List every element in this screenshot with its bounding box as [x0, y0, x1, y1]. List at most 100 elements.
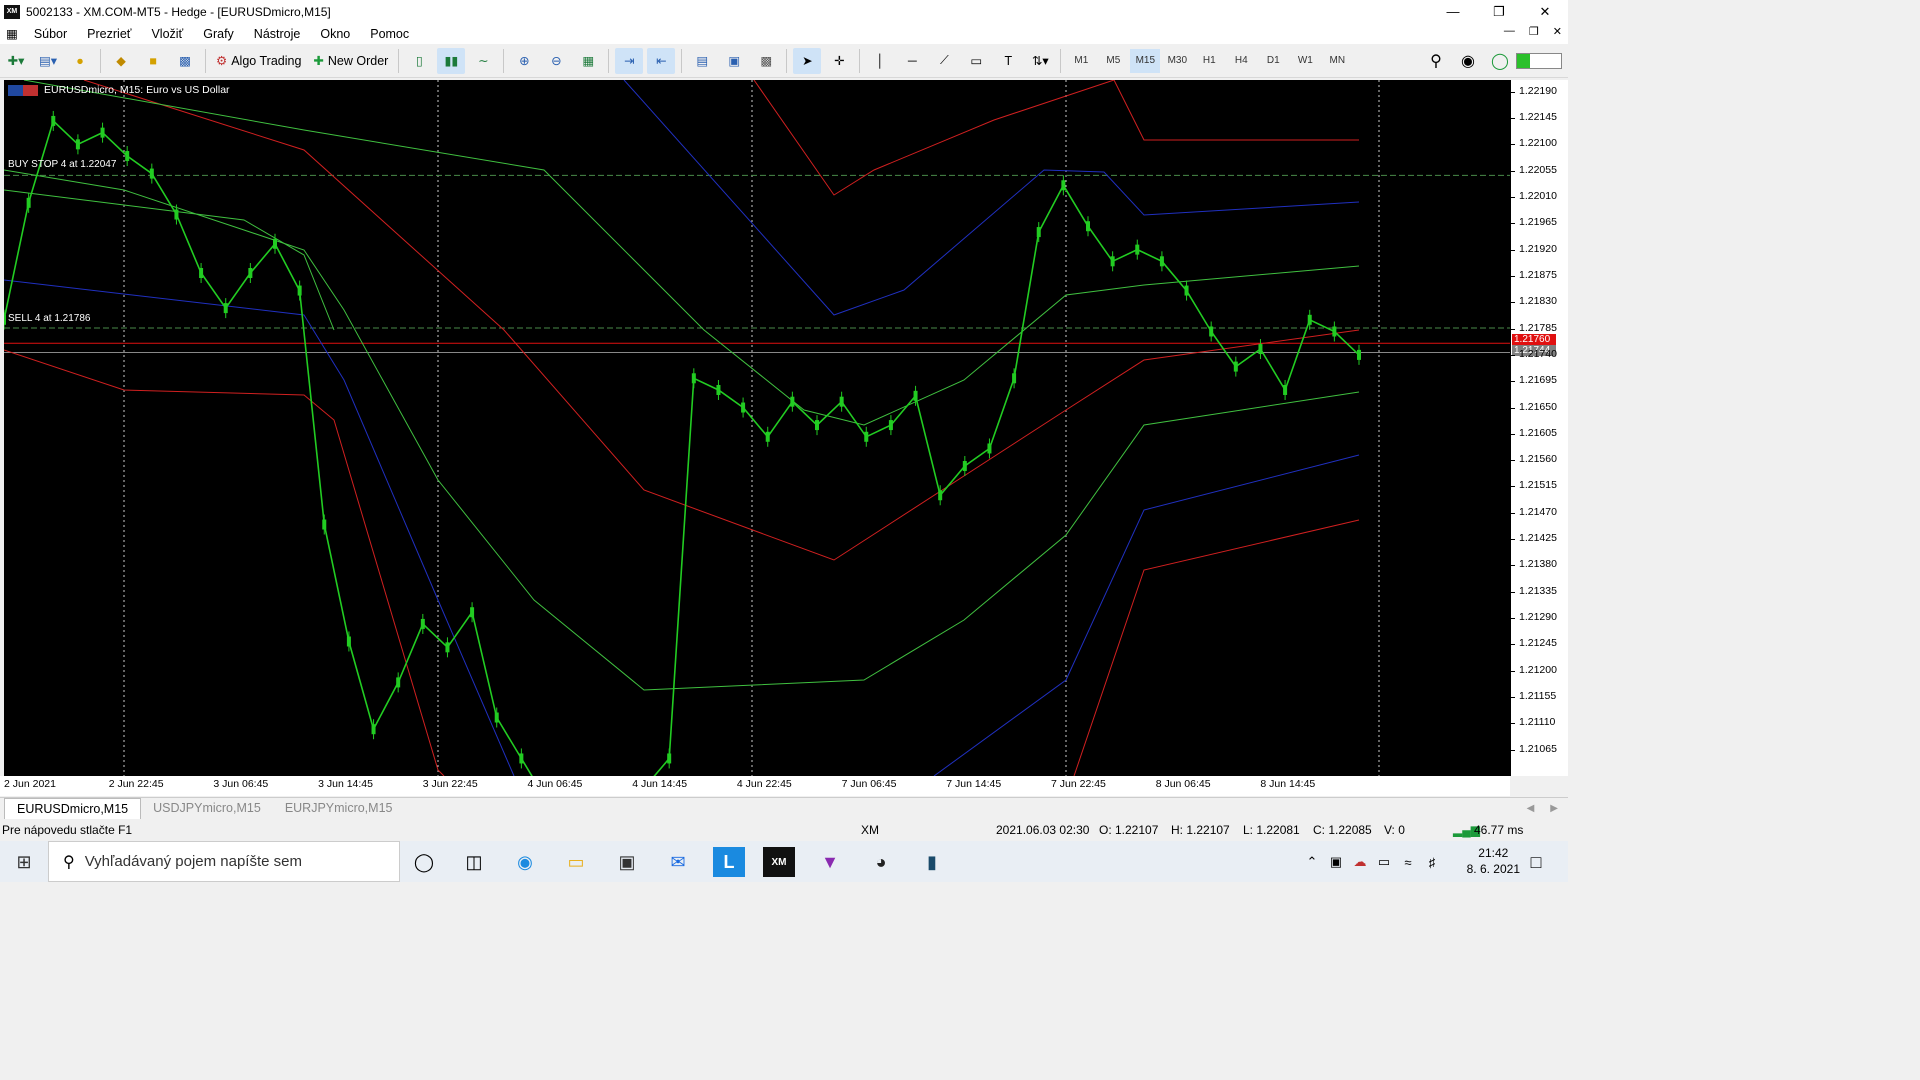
price-tick-label: 1.21110 — [1519, 716, 1556, 729]
periods-icon[interactable]: ▣ — [720, 48, 748, 74]
timeframe-m5[interactable]: M5 — [1098, 49, 1128, 73]
search-icon[interactable]: ⚲ — [1422, 48, 1450, 74]
crosshair-icon[interactable]: ✛ — [825, 48, 853, 74]
price-candle — [346, 636, 351, 647]
price-candle — [223, 303, 228, 314]
indicators-icon[interactable]: ▤ — [688, 48, 716, 74]
cursor-icon[interactable]: ➤ — [793, 47, 822, 74]
menu-charts[interactable]: Grafy — [193, 27, 244, 41]
bid-price-tag: 1.21760 — [1512, 334, 1556, 345]
store-icon[interactable]: ▣ — [611, 847, 643, 877]
taskbar-time: 21:42 — [1478, 846, 1509, 860]
timeframe-h4[interactable]: H4 — [1226, 49, 1256, 73]
price-axis[interactable]: 1.21760 1.21744 1.22190 1.22145 1.22100 1.2… — [1510, 80, 1568, 776]
bar-chart-icon[interactable]: ▯ — [405, 48, 433, 74]
tile-windows-icon[interactable]: ▦ — [574, 48, 602, 74]
timeframe-m15[interactable]: M15 — [1130, 48, 1161, 73]
new-chart-icon[interactable]: ✚▾ — [2, 48, 30, 74]
title-bar: XM 5002133 - XM.COM-MT5 - Hedge - [EURUS… — [0, 0, 1568, 23]
arrows-icon[interactable]: ⇅▾ — [1026, 48, 1054, 74]
line-chart-icon[interactable]: ∼ — [469, 48, 497, 74]
cortana-icon[interactable]: ◯ — [408, 847, 440, 877]
chart-area[interactable]: EURUSDmicro, M15: Euro vs US Dollar BUY … — [4, 80, 1510, 776]
price-tick-label: 1.21965 — [1519, 216, 1557, 229]
price-tick-mark — [1511, 170, 1515, 172]
price-chart[interactable] — [4, 80, 1510, 776]
horizontal-line-icon[interactable]: ─ — [898, 48, 926, 74]
mail-icon[interactable]: ✉ — [662, 847, 694, 877]
strategy-tester-icon[interactable]: ◆ — [107, 48, 135, 74]
price-tick-mark — [1511, 302, 1515, 304]
timeframe-m30[interactable]: M30 — [1162, 49, 1192, 73]
close-icon[interactable]: ✕ — [1522, 0, 1568, 23]
algo-trading-button[interactable]: ⚙ Algo Trading — [212, 48, 305, 74]
edge-icon[interactable]: ◉ — [509, 847, 541, 877]
menu-tools[interactable]: Nástroje — [244, 27, 311, 41]
timeframe-h1[interactable]: H1 — [1194, 49, 1224, 73]
lync-icon[interactable]: L — [713, 847, 745, 877]
tab-eurusd[interactable]: EURUSDmicro,M15 — [4, 798, 142, 819]
rectangle-icon[interactable]: ▭ — [962, 48, 990, 74]
price-candle — [470, 607, 475, 618]
profiles-icon[interactable]: ▤▾ — [34, 48, 62, 74]
timeframe-m1[interactable]: M1 — [1066, 49, 1096, 73]
price-candle — [913, 390, 918, 401]
new-order-icon: ✚ — [313, 54, 324, 68]
file-explorer-icon[interactable]: ▭ — [560, 847, 592, 877]
menu-view[interactable]: Prezrieť — [77, 27, 141, 41]
app-book-icon[interactable]: ▮ — [916, 847, 948, 877]
price-tick-mark — [1511, 118, 1515, 120]
vertical-line-icon[interactable]: │ — [866, 48, 894, 74]
candlestick-icon[interactable]: ▮▮ — [437, 47, 466, 74]
zoom-in-icon[interactable]: ⊕ — [510, 48, 538, 74]
taskbar-search[interactable]: ⚲ Vyhľadávaný pojem napíšte sem — [48, 841, 400, 882]
tab-eurjpy[interactable]: EURJPYmicro,M15 — [273, 798, 405, 819]
lock-icon[interactable]: ■ — [139, 48, 167, 74]
price-candle — [1036, 227, 1041, 238]
restore-icon[interactable]: ❐ — [1476, 0, 1522, 23]
templates-icon[interactable]: ▩ — [752, 48, 780, 74]
indicator-band-line — [753, 80, 1115, 196]
account-icon[interactable]: ◉ — [1454, 48, 1482, 74]
timeframe-d1[interactable]: D1 — [1258, 49, 1288, 73]
chart-shift-icon[interactable]: ⇤ — [647, 47, 676, 74]
status-high: H: 1.22107 — [1171, 823, 1230, 837]
menu-window[interactable]: Okno — [310, 27, 360, 41]
notifications-icon[interactable]: □ — [1520, 847, 1552, 877]
autoscroll-icon[interactable]: ⇥ — [615, 47, 644, 74]
app-diamond-icon[interactable]: ▼ — [814, 847, 846, 877]
price-candle — [445, 642, 450, 653]
tab-scroll-right-icon[interactable]: ▶ — [1550, 803, 1558, 814]
market-watch-icon[interactable]: ● — [66, 48, 94, 74]
price-tick-label: 1.21920 — [1519, 242, 1557, 255]
xm-taskbar-icon[interactable]: XM — [763, 847, 795, 877]
timeframe-mn[interactable]: MN — [1322, 49, 1352, 73]
time-tick-label: 8 Jun 14:45 — [1260, 778, 1316, 790]
new-order-button[interactable]: ✚ New Order — [309, 48, 392, 74]
obs-icon[interactable]: ◕ — [865, 847, 897, 877]
menu-insert[interactable]: Vložiť — [141, 27, 193, 41]
price-candle — [396, 677, 401, 688]
tab-scroll-left-icon[interactable]: ◀ — [1527, 803, 1535, 814]
mdi-minimize-icon[interactable]: — — [1504, 25, 1515, 38]
tab-usdjpy[interactable]: USDJPYmicro,M15 — [141, 798, 273, 819]
mdi-restore-icon[interactable]: ❐ — [1529, 25, 1539, 38]
menu-help[interactable]: Pomoc — [360, 27, 419, 41]
taskbar-clock[interactable]: 21:42 8. 6. 2021 — [1467, 845, 1520, 877]
task-view-icon[interactable]: ◫ — [458, 847, 490, 877]
timeframe-w1[interactable]: W1 — [1290, 49, 1320, 73]
menu-file[interactable]: Súbor — [24, 27, 77, 41]
text-icon[interactable]: T — [994, 48, 1022, 74]
tray-volume-icon[interactable]: ♯ — [1416, 847, 1448, 877]
trendline-icon[interactable]: ⟋ — [930, 48, 958, 74]
zoom-out-icon[interactable]: ⊖ — [542, 48, 570, 74]
vps-icon[interactable]: ◯ — [1486, 48, 1514, 74]
windows-start-icon[interactable]: ⊞ — [8, 847, 40, 877]
price-candle — [1159, 256, 1164, 267]
mdi-close-icon[interactable]: ✕ — [1553, 25, 1562, 38]
price-candle — [4, 314, 6, 325]
minimize-icon[interactable]: — — [1430, 0, 1476, 23]
terminal-icon[interactable]: ▩ — [171, 48, 199, 74]
chart-window-icon[interactable]: ▦ — [0, 26, 24, 41]
price-candle — [149, 168, 154, 179]
